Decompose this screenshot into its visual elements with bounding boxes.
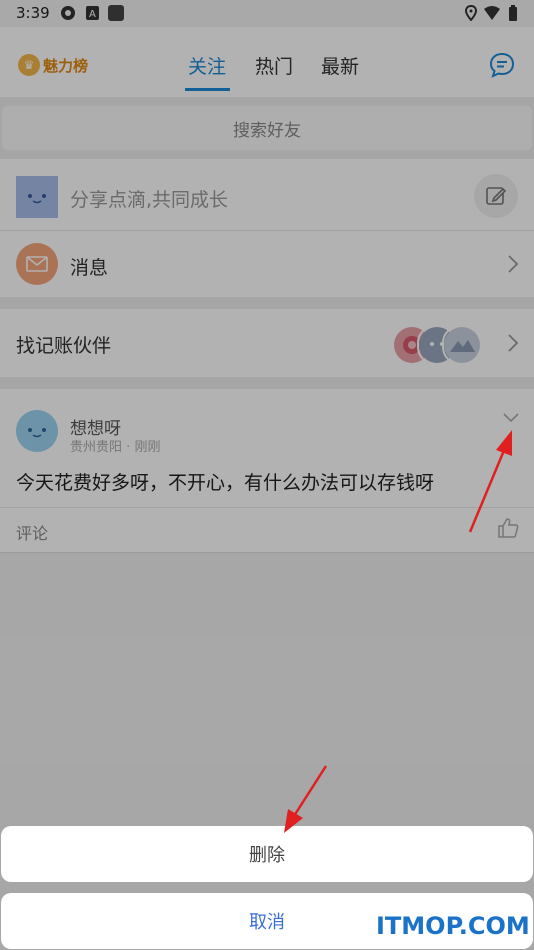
watermark: ITMOP.COM — [376, 912, 530, 940]
delete-button[interactable]: 删除 — [1, 826, 533, 882]
modal-overlay[interactable] — [0, 0, 534, 950]
